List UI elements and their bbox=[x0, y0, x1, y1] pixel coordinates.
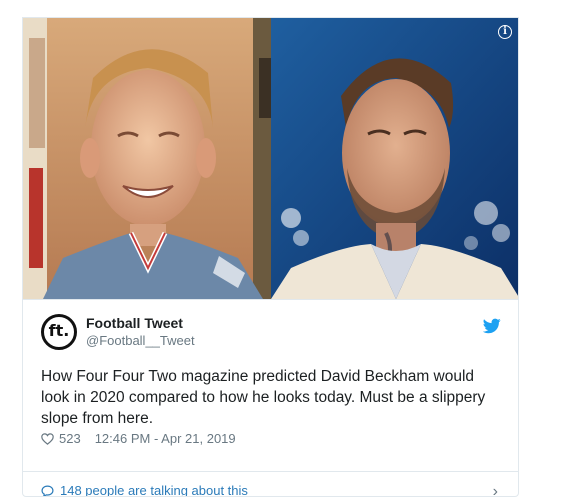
conversation-link[interactable]: 148 people are talking about this bbox=[41, 483, 248, 497]
tweet-text: How Four Four Two magazine predicted Dav… bbox=[41, 368, 486, 427]
avatar[interactable]: ft. bbox=[41, 314, 77, 350]
prediction-photo-illustration bbox=[23, 18, 271, 299]
chevron-right-icon[interactable]: › bbox=[493, 483, 498, 496]
twitter-bird-icon[interactable] bbox=[483, 318, 501, 334]
avatar-text: ft. bbox=[48, 321, 70, 340]
tweet-meta: 523 12:46 PM - Apr 21, 2019 bbox=[41, 431, 236, 446]
heart-icon[interactable] bbox=[41, 432, 54, 445]
current-photo-illustration bbox=[271, 18, 518, 299]
tweet-body: ft. Football Tweet @Football__Tweet How … bbox=[23, 299, 518, 496]
author-name[interactable]: Football Tweet bbox=[86, 315, 183, 331]
conversation-bar[interactable]: 148 people are talking about this › bbox=[23, 471, 518, 497]
embedded-tweet-card[interactable]: i ft. Football Tweet @Football__Tweet Ho… bbox=[22, 17, 519, 497]
like-count[interactable]: 523 bbox=[59, 431, 81, 446]
speech-bubble-icon bbox=[41, 485, 54, 496]
prediction-photo[interactable] bbox=[23, 18, 271, 299]
current-photo[interactable]: i bbox=[271, 18, 518, 299]
author-handle[interactable]: @Football__Tweet bbox=[86, 333, 195, 348]
tweet-timestamp[interactable]: 12:46 PM - Apr 21, 2019 bbox=[95, 431, 236, 446]
tweet-header: ft. Football Tweet @Football__Tweet bbox=[41, 314, 501, 350]
conversation-text: 148 people are talking about this bbox=[60, 483, 248, 497]
tweet-media[interactable]: i bbox=[23, 18, 518, 299]
info-icon[interactable]: i bbox=[498, 25, 512, 39]
top-cropped-text bbox=[0, 0, 561, 18]
